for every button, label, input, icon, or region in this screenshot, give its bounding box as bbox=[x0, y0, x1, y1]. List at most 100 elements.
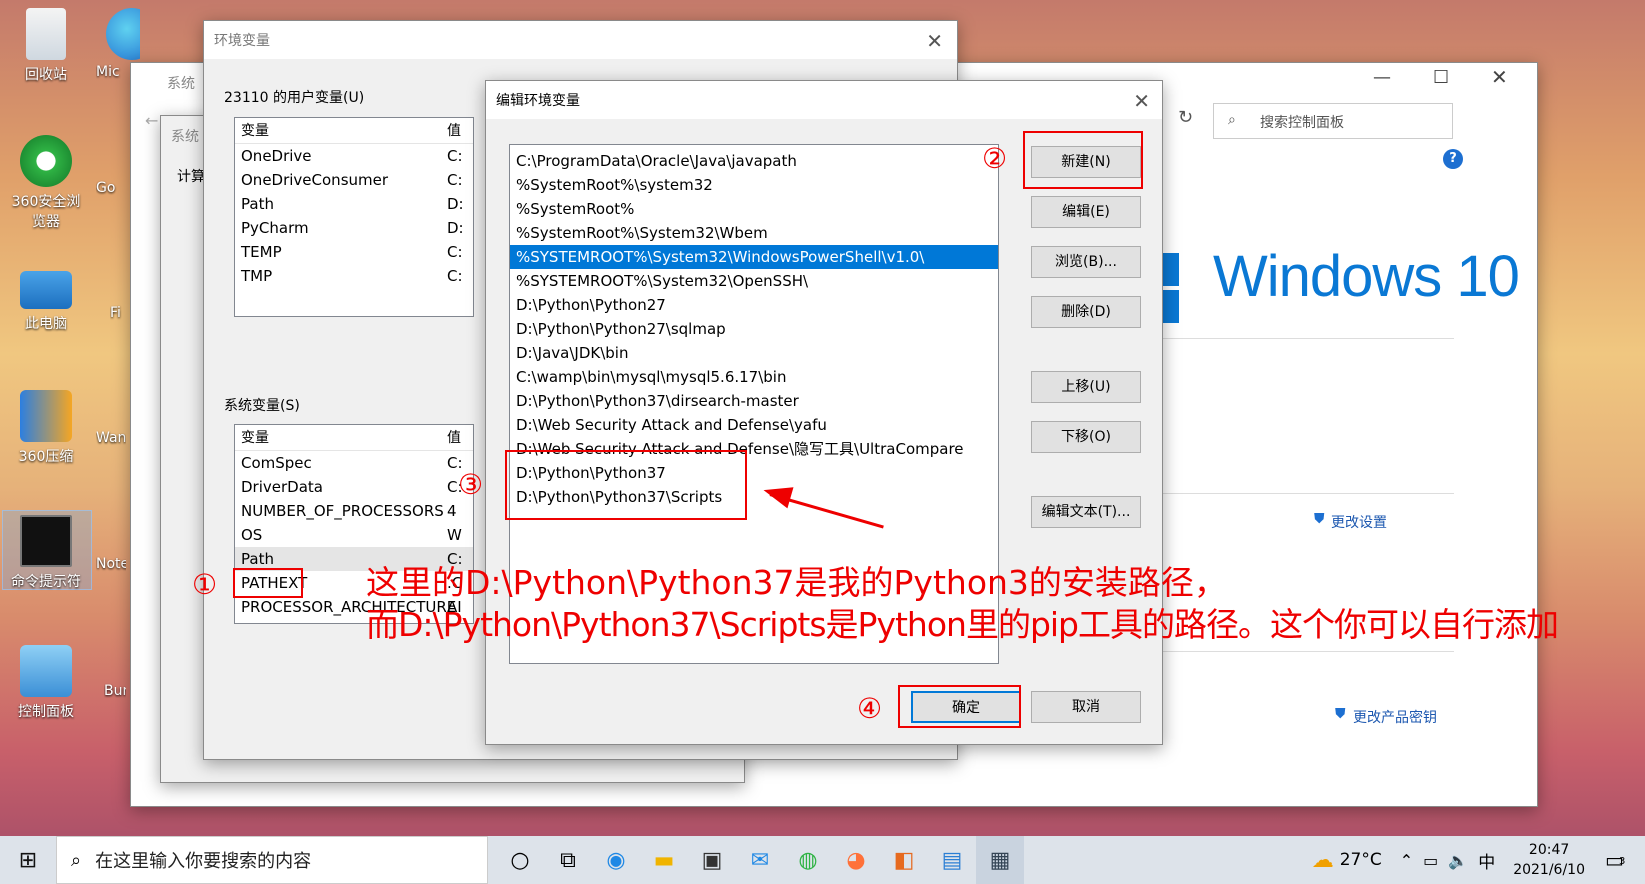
desktop-icon-firefox[interactable]: Fi bbox=[110, 305, 130, 321]
recycle-bin-icon bbox=[26, 8, 66, 60]
var-row[interactable]: OS W bbox=[235, 523, 473, 547]
desktop-icon-notepad[interactable]: Note bbox=[96, 556, 126, 572]
var-row[interactable]: TEMP C: bbox=[235, 240, 473, 264]
env-titlebar: 环境变量 bbox=[204, 21, 957, 59]
volume-icon[interactable]: 🔈 bbox=[1448, 851, 1468, 870]
system-title: 系统 bbox=[167, 76, 195, 92]
refresh-icon[interactable]: ↻ bbox=[1178, 107, 1193, 128]
move-down-button[interactable]: 下移(O) bbox=[1031, 421, 1141, 453]
edit-title: 编辑环境变量 bbox=[496, 93, 580, 109]
var-name: NUMBER_OF_PROCESSORS bbox=[241, 502, 444, 520]
change-settings-link[interactable]: 更改设置 bbox=[1331, 512, 1387, 532]
clock[interactable]: 20:47 2021/6/10 bbox=[1513, 840, 1585, 880]
close-button[interactable]: ✕ bbox=[1491, 65, 1508, 89]
help-icon[interactable]: ? bbox=[1443, 149, 1463, 169]
path-entry[interactable]: %SystemRoot%\system32 bbox=[510, 173, 998, 197]
var-row[interactable]: DriverData C: bbox=[235, 475, 473, 499]
search-box[interactable]: ⌕ 搜索控制面板 bbox=[1213, 103, 1453, 139]
env-title: 环境变量 bbox=[214, 33, 270, 49]
cancel-button[interactable]: 取消 bbox=[1031, 691, 1141, 723]
file-explorer-icon[interactable]: ▬ bbox=[640, 836, 688, 884]
computer-icon bbox=[20, 271, 72, 309]
network-icon[interactable]: ▭ bbox=[1423, 851, 1438, 870]
start-button[interactable]: ⊞ bbox=[0, 836, 56, 884]
change-product-key-link[interactable]: 更改产品密钥 bbox=[1353, 707, 1437, 727]
path-entry[interactable]: D:\Python\Python27 bbox=[510, 293, 998, 317]
path-entry[interactable]: %SYSTEMROOT%\System32\WindowsPowerShell\… bbox=[510, 245, 998, 269]
task-view-icon[interactable]: ⧉ bbox=[544, 836, 592, 884]
highlight-ok-button bbox=[898, 685, 1021, 728]
tray-chevron-icon[interactable]: ⌃ bbox=[1400, 851, 1413, 870]
weather-icon[interactable]: ☁ bbox=[1312, 848, 1334, 873]
path-entry[interactable]: D:\Python\Python27\sqlmap bbox=[510, 317, 998, 341]
var-row[interactable]: OneDriveConsumer C: bbox=[235, 168, 473, 192]
delete-button[interactable]: 删除(D) bbox=[1031, 296, 1141, 328]
var-name: DriverData bbox=[241, 478, 323, 496]
move-up-button[interactable]: 上移(U) bbox=[1031, 371, 1141, 403]
system-settings-taskbar-icon[interactable]: ▦ bbox=[976, 836, 1024, 884]
back-arrow-icon[interactable]: ← bbox=[145, 111, 158, 130]
archive-taskbar-icon[interactable]: ◧ bbox=[880, 836, 928, 884]
edit-titlebar: 编辑环境变量 bbox=[486, 81, 1162, 119]
taskbar-search-box[interactable]: ⌕ 在这里输入你要搜索的内容 bbox=[56, 836, 488, 884]
weather-temp[interactable]: 27°C bbox=[1340, 850, 1382, 870]
store-icon[interactable]: ▣ bbox=[688, 836, 736, 884]
var-name: OneDriveConsumer bbox=[241, 171, 389, 189]
edge-taskbar-icon[interactable]: ◉ bbox=[592, 836, 640, 884]
path-entry[interactable]: C:\wamp\bin\mysql\mysql5.6.17\bin bbox=[510, 365, 998, 389]
path-entry[interactable]: %SystemRoot%\System32\Wbem bbox=[510, 221, 998, 245]
browse-button[interactable]: 浏览(B)... bbox=[1031, 246, 1141, 278]
var-row[interactable]: Path D: bbox=[235, 192, 473, 216]
shield-icon: ⛊ bbox=[1335, 706, 1346, 722]
user-vars-list[interactable]: 变量值 OneDrive C: OneDriveConsumer C: Path D: Py… bbox=[234, 117, 474, 317]
var-row[interactable]: TMP C: bbox=[235, 264, 473, 288]
desktop-icon-control-panel[interactable]: 控制面板 bbox=[6, 645, 86, 721]
col-header-var[interactable]: 变量值 bbox=[235, 425, 473, 451]
close-icon[interactable]: ✕ bbox=[1133, 89, 1150, 113]
edit-button[interactable]: 编辑(E) bbox=[1031, 196, 1141, 228]
close-icon[interactable]: ✕ bbox=[926, 29, 943, 53]
highlight-new-entries bbox=[505, 450, 747, 520]
var-value: 4 bbox=[447, 502, 457, 520]
var-row[interactable]: PyCharm D: bbox=[235, 216, 473, 240]
firefox-icon[interactable]: ◕ bbox=[832, 836, 880, 884]
annotation-number-4: ④ bbox=[857, 692, 883, 725]
control-panel-icon bbox=[20, 645, 72, 697]
control-panel-taskbar-icon[interactable]: ▤ bbox=[928, 836, 976, 884]
shield-icon: ⛊ bbox=[1314, 511, 1325, 527]
desktop-icon-360browser[interactable]: 360安全浏览器 bbox=[6, 135, 86, 231]
taskbar-search-placeholder: 在这里输入你要搜索的内容 bbox=[95, 851, 312, 872]
maximize-button[interactable]: ☐ bbox=[1433, 67, 1449, 88]
cortana-icon[interactable]: ○ bbox=[496, 836, 544, 884]
var-row[interactable]: OneDrive C: bbox=[235, 144, 473, 168]
desktop-icon-360zip[interactable]: 360压缩 bbox=[6, 390, 86, 466]
desktop-icon-this-pc[interactable]: 此电脑 bbox=[6, 265, 86, 333]
path-entry[interactable]: %SystemRoot% bbox=[510, 197, 998, 221]
taskbar: ⊞ ⌕ 在这里输入你要搜索的内容 ○ ⧉ ◉ ▬ ▣ ✉ ◍ ◕ ◧ ▤ ▦ ☁… bbox=[0, 836, 1645, 884]
desktop-icon-chrome[interactable]: Go bbox=[96, 180, 126, 196]
minimize-button[interactable]: — bbox=[1373, 67, 1391, 88]
path-entry[interactable]: D:\Java\JDK\bin bbox=[510, 341, 998, 365]
col-header-var[interactable]: 变量值 bbox=[235, 118, 473, 144]
notification-center-icon[interactable]: ▭ 3 bbox=[1605, 848, 1645, 872]
desktop-icon-recycle-bin[interactable]: 回收站 bbox=[6, 8, 86, 84]
browser-icon bbox=[20, 135, 72, 187]
desktop-icon-cmd[interactable]: 命令提示符 bbox=[6, 515, 86, 591]
desktop-icon-burp[interactable]: Bur bbox=[104, 683, 126, 699]
var-name: Path bbox=[241, 195, 274, 213]
desktop-icon-wan[interactable]: Wan bbox=[96, 430, 126, 446]
ime-indicator[interactable]: 中 bbox=[1478, 848, 1495, 873]
mail-icon[interactable]: ✉ bbox=[736, 836, 784, 884]
archive-icon bbox=[20, 390, 72, 442]
var-row[interactable]: NUMBER_OF_PROCESSORS 4 bbox=[235, 499, 473, 523]
path-entry[interactable]: C:\ProgramData\Oracle\Java\javapath bbox=[510, 149, 998, 173]
tab-computer-name[interactable]: 计算 bbox=[177, 166, 203, 186]
path-entry[interactable]: D:\Web Security Attack and Defense\yafu bbox=[510, 413, 998, 437]
path-entry[interactable]: %SYSTEMROOT%\System32\OpenSSH\ bbox=[510, 269, 998, 293]
var-row[interactable]: ComSpec C: bbox=[235, 451, 473, 475]
edit-text-button[interactable]: 编辑文本(T)... bbox=[1031, 496, 1141, 528]
path-entry[interactable]: D:\Python\Python37\dirsearch-master bbox=[510, 389, 998, 413]
notification-count: 3 bbox=[1619, 856, 1626, 867]
360-browser-taskbar-icon[interactable]: ◍ bbox=[784, 836, 832, 884]
annotation-number-2: ② bbox=[982, 142, 1008, 175]
